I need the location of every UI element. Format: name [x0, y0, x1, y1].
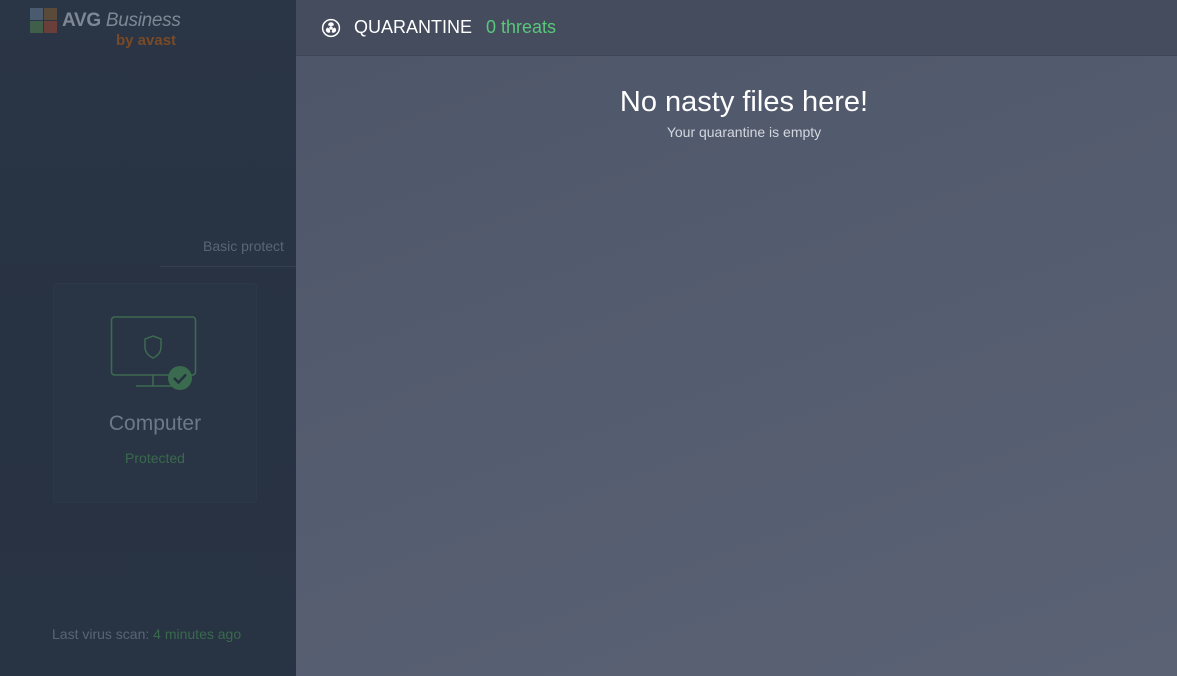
empty-state-title: No nasty files here! — [619, 86, 869, 118]
last-scan-label: Last virus scan: — [52, 626, 150, 642]
biohazard-icon — [321, 18, 341, 38]
computer-protection-card[interactable]: Computer Protected — [54, 284, 256, 502]
avg-logo: AVG Business by avast — [30, 6, 200, 50]
last-scan-time[interactable]: 4 minutes ago — [153, 626, 241, 642]
brand-title: AVG — [62, 10, 101, 31]
section-divider — [160, 266, 296, 267]
quarantine-title: QUARANTINE — [354, 17, 473, 37]
card-status: Protected — [125, 450, 185, 466]
quarantine-header: QUARANTINE 0 threats — [296, 0, 1177, 56]
avg-logo-icon — [30, 8, 57, 33]
last-scan-info: Last virus scan: 4 minutes ago — [52, 626, 241, 642]
quarantine-panel: QUARANTINE 0 threats No nasty files here… — [296, 0, 1177, 676]
threat-count: 0 threats — [486, 17, 557, 37]
brand-subtitle: by avast — [116, 32, 177, 49]
monitor-shield-icon — [110, 316, 197, 390]
empty-state-subtitle: Your quarantine is empty — [666, 124, 822, 140]
section-label: Basic protect — [203, 238, 284, 254]
brand-title-suffix: Business — [105, 10, 181, 31]
card-title: Computer — [108, 412, 202, 435]
